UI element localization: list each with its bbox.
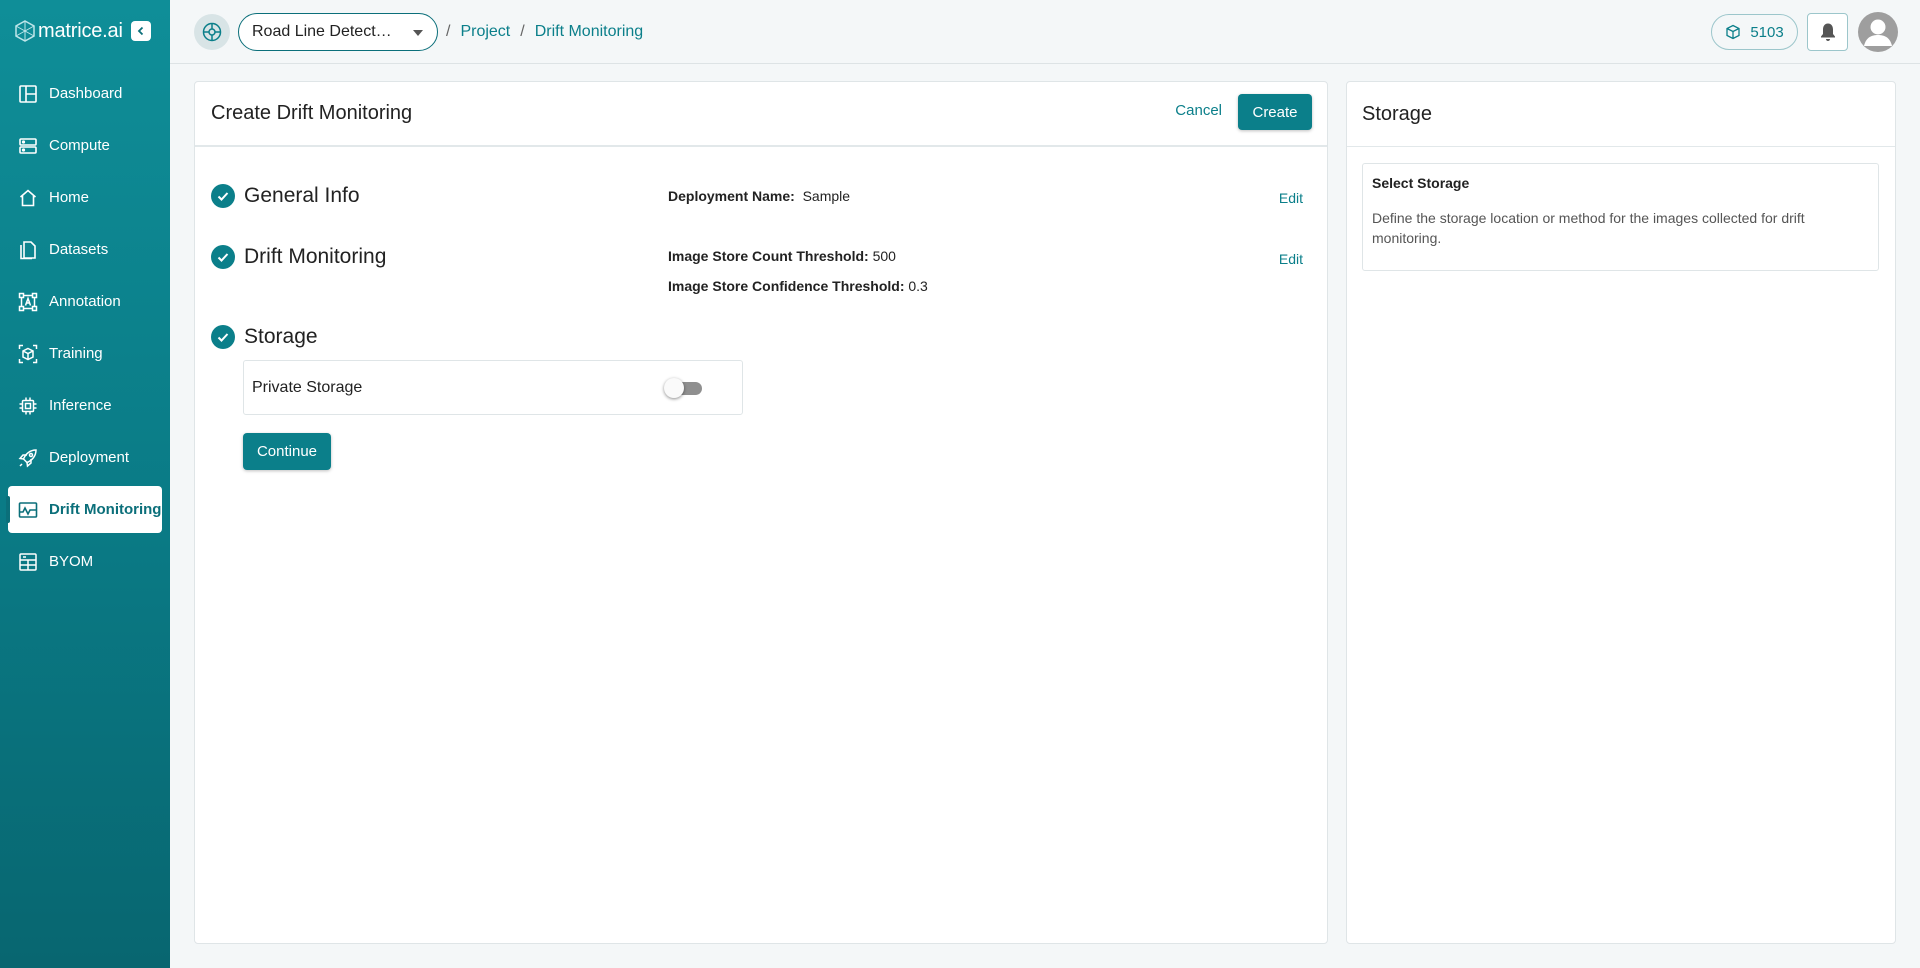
- sidebar-item-compute[interactable]: Compute: [8, 122, 162, 169]
- info-text: Define the storage location or method fo…: [1372, 210, 1805, 246]
- info-title: Select Storage: [1372, 175, 1470, 191]
- card-header: Create Drift Monitoring Cancel Create: [195, 82, 1327, 147]
- breadcrumb-drift-monitoring[interactable]: Drift Monitoring: [535, 23, 643, 41]
- sidebar-item-label: BYOM: [49, 553, 94, 570]
- sidebar-item-label: Dashboard: [49, 85, 123, 102]
- sidebar-item-inference[interactable]: Inference: [8, 382, 162, 429]
- sidebar-item-label: Deployment: [49, 449, 130, 466]
- sidebar: matrice.ai Dashboard Compute Home Datase…: [0, 0, 170, 968]
- toggle-thumb: [664, 378, 684, 398]
- bell-icon: [1820, 23, 1835, 41]
- sidebar-item-byom[interactable]: BYOM: [8, 538, 162, 585]
- user-icon: [1864, 19, 1892, 46]
- user-avatar[interactable]: [1858, 12, 1898, 52]
- collapse-sidebar-button[interactable]: [130, 21, 151, 41]
- sidebar-item-label: Datasets: [49, 241, 109, 258]
- annotation-icon: [18, 292, 38, 311]
- sidebar-item-label: Inference: [49, 397, 112, 414]
- count-threshold-row: Image Store Count Threshold: 500: [668, 248, 896, 264]
- count-threshold-label: Image Store Count Threshold:: [668, 248, 869, 264]
- training-icon: [18, 344, 38, 363]
- sidebar-item-home[interactable]: Home: [8, 174, 162, 221]
- top-bar: Road Line Detect… / Project / Drift Moni…: [170, 0, 1920, 64]
- sidebar-item-label: Drift Monitoring: [49, 501, 162, 518]
- deployment-name-label: Deployment Name:: [668, 188, 795, 204]
- sidebar-item-label: Compute: [49, 137, 110, 154]
- deployment-name-value: Sample: [802, 188, 851, 204]
- confidence-threshold-row: Image Store Confidence Threshold: 0.3: [668, 278, 928, 294]
- check-circle-icon: [211, 245, 235, 269]
- project-select-value: Road Line Detect…: [252, 22, 392, 40]
- dashboard-icon: [19, 84, 37, 103]
- sidebar-item-training[interactable]: Training: [8, 330, 162, 377]
- breadcrumb-separator: /: [446, 22, 451, 40]
- logo-text: matrice.ai: [38, 19, 123, 42]
- step-title: General Info: [244, 184, 360, 207]
- project-select[interactable]: Road Line Detect…: [238, 12, 438, 51]
- step-drift-monitoring: Drift Monitoring: [211, 245, 386, 269]
- home-icon: [19, 188, 37, 206]
- credits-badge[interactable]: 5103: [1711, 14, 1798, 50]
- logo[interactable]: matrice.ai: [0, 0, 170, 62]
- sidebar-item-deployment[interactable]: Deployment: [8, 434, 162, 481]
- private-storage-label: Private Storage: [252, 378, 363, 396]
- step-storage: Storage: [211, 325, 318, 349]
- chevron-left-icon: [137, 26, 143, 36]
- matrice-logo-icon: [15, 20, 35, 42]
- chip-icon: [19, 397, 37, 414]
- sidebar-item-label: Training: [49, 345, 103, 362]
- sidebar-item-datasets[interactable]: Datasets: [8, 226, 162, 273]
- edit-drift-monitoring-link[interactable]: Edit: [1279, 251, 1303, 267]
- sidebar-item-annotation[interactable]: Annotation: [8, 278, 162, 325]
- check-circle-icon: [211, 325, 235, 349]
- private-storage-option: Private Storage: [243, 360, 743, 415]
- sidebar-nav: Dashboard Compute Home Datasets Annotati…: [0, 70, 170, 585]
- byom-icon: [19, 552, 37, 571]
- step-title: Storage: [244, 325, 318, 348]
- sidebar-item-drift-monitoring[interactable]: Drift Monitoring: [6, 486, 162, 533]
- notifications-button[interactable]: [1807, 13, 1848, 51]
- caret-down-icon: [413, 29, 423, 36]
- create-drift-monitoring-card: Create Drift Monitoring Cancel Create Ge…: [194, 81, 1328, 944]
- sidebar-item-label: Home: [49, 189, 90, 206]
- breadcrumb-project[interactable]: Project: [460, 23, 510, 41]
- confidence-threshold-label: Image Store Confidence Threshold:: [668, 278, 905, 294]
- edit-general-info-link[interactable]: Edit: [1279, 190, 1303, 206]
- datasets-icon: [20, 240, 36, 259]
- sidebar-item-label: Annotation: [49, 293, 121, 310]
- confidence-threshold-value: 0.3: [908, 278, 928, 294]
- cancel-button[interactable]: Cancel: [1175, 102, 1222, 119]
- project-icon[interactable]: [194, 13, 230, 50]
- page-title: Create Drift Monitoring: [211, 102, 413, 124]
- step-general-info: General Info: [211, 184, 360, 208]
- create-button[interactable]: Create: [1238, 94, 1312, 130]
- server-icon: [19, 137, 37, 154]
- storage-help-panel: Storage Select Storage Define the storag…: [1346, 81, 1896, 944]
- breadcrumb-separator: /: [520, 22, 525, 40]
- continue-button[interactable]: Continue: [243, 433, 331, 470]
- rocket-icon: [18, 448, 37, 467]
- storage-info-box: Select Storage Define the storage locati…: [1362, 163, 1879, 271]
- panel-title: Storage: [1347, 82, 1895, 147]
- check-circle-icon: [211, 184, 235, 208]
- step-title: Drift Monitoring: [244, 245, 387, 268]
- sidebar-item-dashboard[interactable]: Dashboard: [8, 70, 162, 117]
- private-storage-toggle[interactable]: [664, 378, 702, 398]
- credits-value: 5103: [1750, 23, 1784, 41]
- count-threshold-value: 500: [872, 248, 896, 264]
- monitor-icon: [18, 501, 38, 518]
- network-icon: [202, 22, 222, 41]
- cube-icon: [1726, 24, 1740, 40]
- deployment-name-row: Deployment Name: Sample: [668, 188, 850, 204]
